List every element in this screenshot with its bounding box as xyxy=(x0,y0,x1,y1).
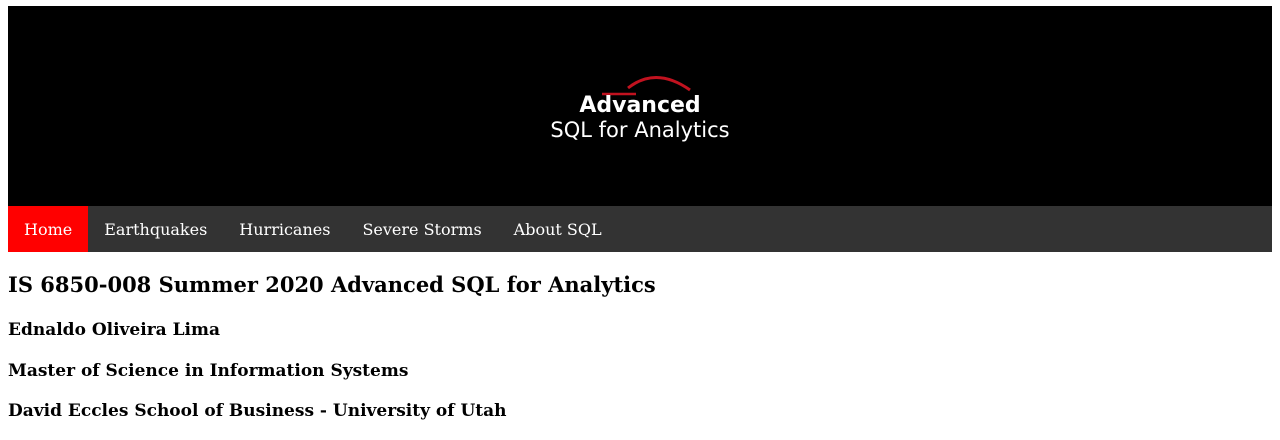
degree-program: Master of Science in Information Systems xyxy=(8,361,409,381)
author-name: Ednaldo Oliveira Lima xyxy=(8,320,221,340)
header-banner: Advanced SQL for Analytics xyxy=(8,6,1272,206)
site-logo[interactable]: Advanced SQL for Analytics xyxy=(8,6,1272,206)
nav-item-severe-storms[interactable]: Severe Storms xyxy=(346,206,497,252)
nav-item-about-sql[interactable]: About SQL xyxy=(498,206,618,252)
nav-item-earthquakes[interactable]: Earthquakes xyxy=(88,206,223,252)
top-nav: Home Earthquakes Hurricanes Severe Storm… xyxy=(8,206,1272,252)
page: Advanced SQL for Analytics Home Earthqua… xyxy=(0,0,1280,440)
school-name: David Eccles School of Business - Univer… xyxy=(8,401,507,421)
page-title: IS 6850-008 Summer 2020 Advanced SQL for… xyxy=(8,272,656,297)
nav-item-home[interactable]: Home xyxy=(8,206,89,252)
logo-text-subtitle: SQL for Analytics xyxy=(550,118,730,142)
nav-item-hurricanes[interactable]: Hurricanes xyxy=(223,206,346,252)
